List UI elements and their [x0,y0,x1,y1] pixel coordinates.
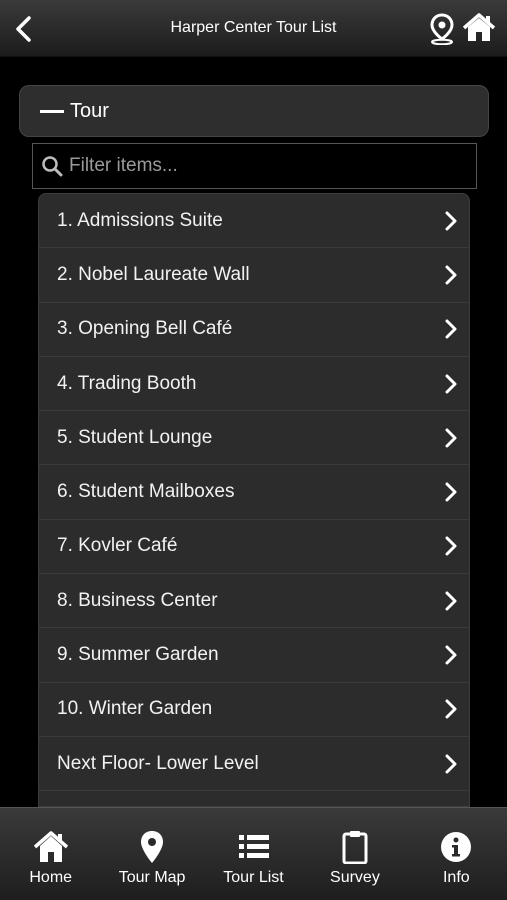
map-pin-icon [141,831,164,863]
tab-tour-list[interactable]: Tour List [203,808,304,900]
tab-tour-map[interactable]: Tour Map [101,808,202,900]
list-item[interactable]: 7. Kovler Café [39,520,469,575]
list-item[interactable]: Next Floor- Lower Level [39,737,469,792]
tab-label: Tour Map [118,869,186,886]
list-item [39,791,469,806]
home-icon[interactable] [462,13,496,43]
chevron-left-icon[interactable] [12,14,36,44]
header-bar: Harper Center Tour List [0,0,507,57]
tab-label: Survey [330,869,380,886]
list-item-label: 7. Kovler Café [57,535,178,557]
filter-bar [32,143,477,189]
list-item-label: 10. Winter Garden [57,698,213,720]
chevron-right-icon [445,591,457,611]
tab-survey[interactable]: Survey [304,808,405,900]
chevron-right-icon [445,374,457,394]
list-item-label: 5. Student Lounge [57,426,213,448]
list-item[interactable]: 5. Student Lounge [39,411,469,466]
chevron-right-icon [445,428,457,448]
list-item-label: 2. Nobel Laureate Wall [57,263,250,285]
tour-list: 1. Admissions Suite 2. Nobel Laureate Wa… [38,193,470,807]
chevron-right-icon [445,265,457,285]
list-item-label: 6. Student Mailboxes [57,481,235,503]
tour-section-header[interactable]: Tour [19,85,489,137]
tab-label: Home [29,869,73,886]
chevron-right-icon [445,211,457,231]
filter-input[interactable] [69,155,449,177]
home-icon [33,831,68,862]
chevron-right-icon [445,536,457,556]
list-item-label: 8. Business Center [57,589,218,611]
list-icon [238,835,269,858]
list-item-label: 1. Admissions Suite [57,209,223,231]
tab-label: Info [442,869,470,886]
list-item-label: 3. Opening Bell Café [57,318,233,340]
section-label: Tour [70,99,109,122]
minus-icon [40,109,64,113]
tab-label: Tour List [223,869,284,886]
list-item[interactable]: 9. Summer Garden [39,628,469,683]
chevron-right-icon [445,699,457,719]
list-item[interactable]: 2. Nobel Laureate Wall [39,248,469,303]
info-icon [441,832,472,862]
list-item[interactable]: 10. Winter Garden [39,683,469,737]
list-item[interactable]: 8. Business Center [39,574,469,629]
chevron-right-icon [445,754,457,774]
list-item[interactable]: 4. Trading Booth [39,357,469,412]
list-item[interactable]: 1. Admissions Suite [39,194,469,249]
chevron-right-icon [445,645,457,665]
tab-home[interactable]: Home [0,808,101,900]
page-title: Harper Center Tour List [170,19,337,36]
map-pin-icon[interactable] [429,13,455,45]
chevron-right-icon [445,482,457,502]
search-icon [42,156,63,177]
chevron-right-icon [445,319,457,339]
list-item-label: Next Floor- Lower Level [57,752,259,774]
list-item[interactable]: 3. Opening Bell Café [39,303,469,357]
tab-bar: Home Tour Map Tour List Survey Info [0,807,507,900]
list-item-label: 9. Summer Garden [57,644,219,666]
list-item-label: 4. Trading Booth [57,372,197,394]
tab-info[interactable]: Info [406,808,507,900]
list-item[interactable]: 6. Student Mailboxes [39,465,469,520]
clipboard-icon [342,831,368,864]
